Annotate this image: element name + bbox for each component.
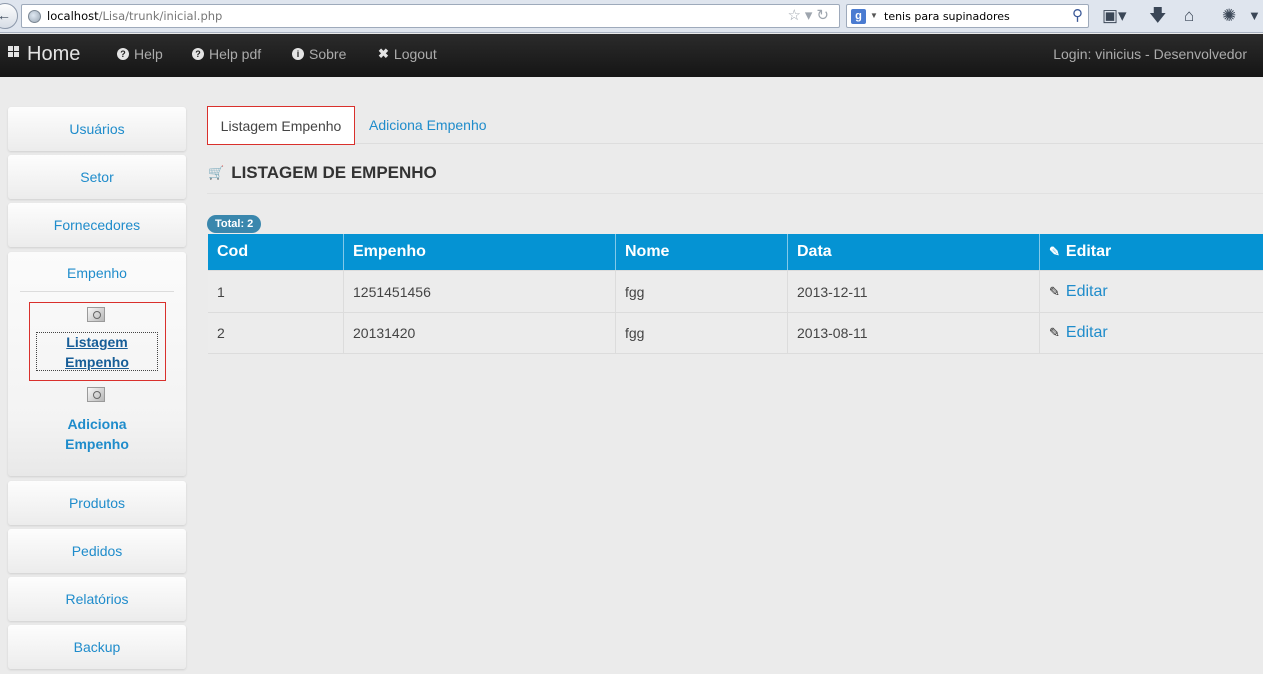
sidebar-item-empenho-label[interactable]: Empenho — [8, 252, 186, 292]
cell-empenho: 1251451456 — [343, 271, 615, 312]
cell-nome: fgg — [615, 313, 787, 353]
column-header-data: Data — [787, 234, 1039, 270]
url-text[interactable]: localhost/Lisa/trunk/inicial.php — [47, 9, 222, 23]
home-icon[interactable]: ⌂ — [1184, 6, 1194, 26]
submenu-adiciona-line2: Empenho — [65, 436, 129, 452]
pencil-icon[interactable]: ✎ — [1049, 325, 1060, 341]
search-bar[interactable]: g ▼ tenis para supinadores ⚲ — [846, 4, 1089, 28]
nav-logout[interactable]: ✖ Logout — [378, 46, 437, 62]
cart-icon: 🛒 — [208, 165, 225, 180]
sidebar-item-backup[interactable]: Backup — [8, 625, 186, 669]
url-path: /Lisa/trunk/inicial.php — [98, 9, 223, 23]
tab-adiciona-empenho[interactable]: Adiciona Empenho — [369, 106, 487, 145]
pencil-icon[interactable]: ✎ — [1049, 284, 1060, 300]
heading-divider — [207, 193, 1263, 194]
sidebar-item-produtos[interactable]: Produtos — [8, 481, 186, 525]
column-header-editar-label: Editar — [1065, 243, 1112, 260]
brand-home[interactable]: Home — [8, 43, 80, 66]
cell-data: 2013-08-11 — [787, 313, 1039, 353]
globe-icon — [28, 10, 41, 23]
column-header-cod: Cod — [217, 243, 249, 260]
edit-link[interactable]: Editar — [1066, 283, 1108, 301]
list-thumbnail-icon[interactable] — [87, 307, 105, 322]
search-icon[interactable]: ⚲ — [1072, 6, 1083, 24]
addon-icon[interactable]: ✺ — [1222, 6, 1236, 26]
bookmark-star-icon[interactable]: ☆▾↻ — [787, 6, 833, 24]
more-icon[interactable]: ▼ — [1248, 6, 1261, 26]
sidebar-item-fornecedores[interactable]: Fornecedores — [8, 203, 186, 247]
sidebar-divider — [20, 291, 174, 292]
top-navbar: Home ? Help ? Help pdf i Sobre ✖ Logout … — [0, 34, 1263, 77]
total-badge: Total: 2 — [207, 215, 262, 233]
table-header: Cod Empenho Nome Data ✎ Editar — [208, 234, 1263, 270]
url-host: localhost — [47, 9, 99, 23]
sidebar-item-usuarios[interactable]: Usuários — [8, 107, 186, 151]
nav-help[interactable]: ? Help — [117, 46, 163, 62]
download-icon[interactable]: 🡇 — [1149, 6, 1166, 26]
pencil-icon: ✎ — [1049, 244, 1060, 259]
address-bar[interactable]: localhost/Lisa/trunk/inicial.php ☆▾↻ — [21, 4, 840, 28]
grid-icon — [8, 46, 19, 57]
page-title: 🛒 LISTAGEM DE EMPENHO — [208, 163, 437, 183]
add-thumbnail-icon[interactable] — [87, 387, 105, 402]
cell-edit: ✎ Editar — [1039, 313, 1263, 353]
page-title-text: LISTAGEM DE EMPENHO — [231, 163, 437, 182]
question-circle-icon: ? — [117, 48, 129, 60]
cell-data: 2013-12-11 — [787, 271, 1039, 312]
submenu-listagem-empenho[interactable]: Listagem Empenho — [8, 332, 186, 372]
question-circle-icon: ? — [192, 48, 204, 60]
google-icon[interactable]: g — [851, 9, 866, 24]
cell-empenho: 20131420 — [343, 313, 615, 353]
column-header-empenho: Empenho — [343, 234, 615, 270]
nav-help-pdf-label: Help pdf — [209, 46, 262, 62]
nav-sobre[interactable]: i Sobre — [292, 46, 346, 62]
nav-help-label: Help — [134, 46, 163, 62]
back-arrow-icon[interactable]: ← — [0, 3, 18, 29]
sidebar-item-setor[interactable]: Setor — [8, 155, 186, 199]
tab-listagem-empenho[interactable]: Listagem Empenho — [207, 106, 355, 145]
cell-edit: ✎ Editar — [1039, 271, 1263, 312]
nav-sobre-label: Sobre — [309, 46, 347, 62]
brand-label: Home — [27, 43, 81, 65]
submenu-adiciona-line1: Adiciona — [67, 416, 127, 432]
sidebar-item-pedidos[interactable]: Pedidos — [8, 529, 186, 573]
cell-cod: 2 — [217, 325, 225, 341]
login-info: Login: vinicius - Desenvolvedor — [1053, 46, 1247, 62]
search-input[interactable]: tenis para supinadores — [884, 10, 1010, 23]
submenu-adiciona-empenho[interactable]: Adiciona Empenho — [8, 414, 186, 454]
info-circle-icon: i — [292, 48, 304, 60]
cell-nome: fgg — [615, 271, 787, 312]
sidebar-item-empenho: Empenho Listagem Empenho Adiciona Empenh… — [8, 252, 186, 476]
close-icon: ✖ — [378, 46, 389, 61]
chevron-down-icon[interactable]: ▼ — [870, 11, 878, 20]
sidebar-item-relatorios[interactable]: Relatórios — [8, 577, 186, 621]
submenu-listagem-line2: Empenho — [65, 354, 129, 370]
bookmarks-icon[interactable]: ▣▾ — [1102, 6, 1127, 26]
edit-link[interactable]: Editar — [1066, 324, 1108, 342]
table-row: 1 1251451456 fgg 2013-12-11 ✎ Editar — [208, 270, 1263, 312]
cell-cod: 1 — [217, 283, 225, 300]
submenu-listagem-line1: Listagem — [66, 334, 128, 350]
nav-help-pdf[interactable]: ? Help pdf — [192, 46, 261, 62]
empenho-table: Cod Empenho Nome Data ✎ Editar 1 1251451… — [208, 234, 1263, 354]
tab-bar: Listagem Empenho Adiciona Empenho — [207, 106, 1263, 145]
browser-toolbar: ← localhost/Lisa/trunk/inicial.php ☆▾↻ g… — [0, 0, 1263, 33]
column-header-nome: Nome — [615, 234, 787, 270]
column-header-editar: ✎ Editar — [1039, 234, 1263, 270]
table-row: 2 20131420 fgg 2013-08-11 ✎ Editar — [208, 312, 1263, 354]
nav-logout-label: Logout — [393, 46, 437, 62]
